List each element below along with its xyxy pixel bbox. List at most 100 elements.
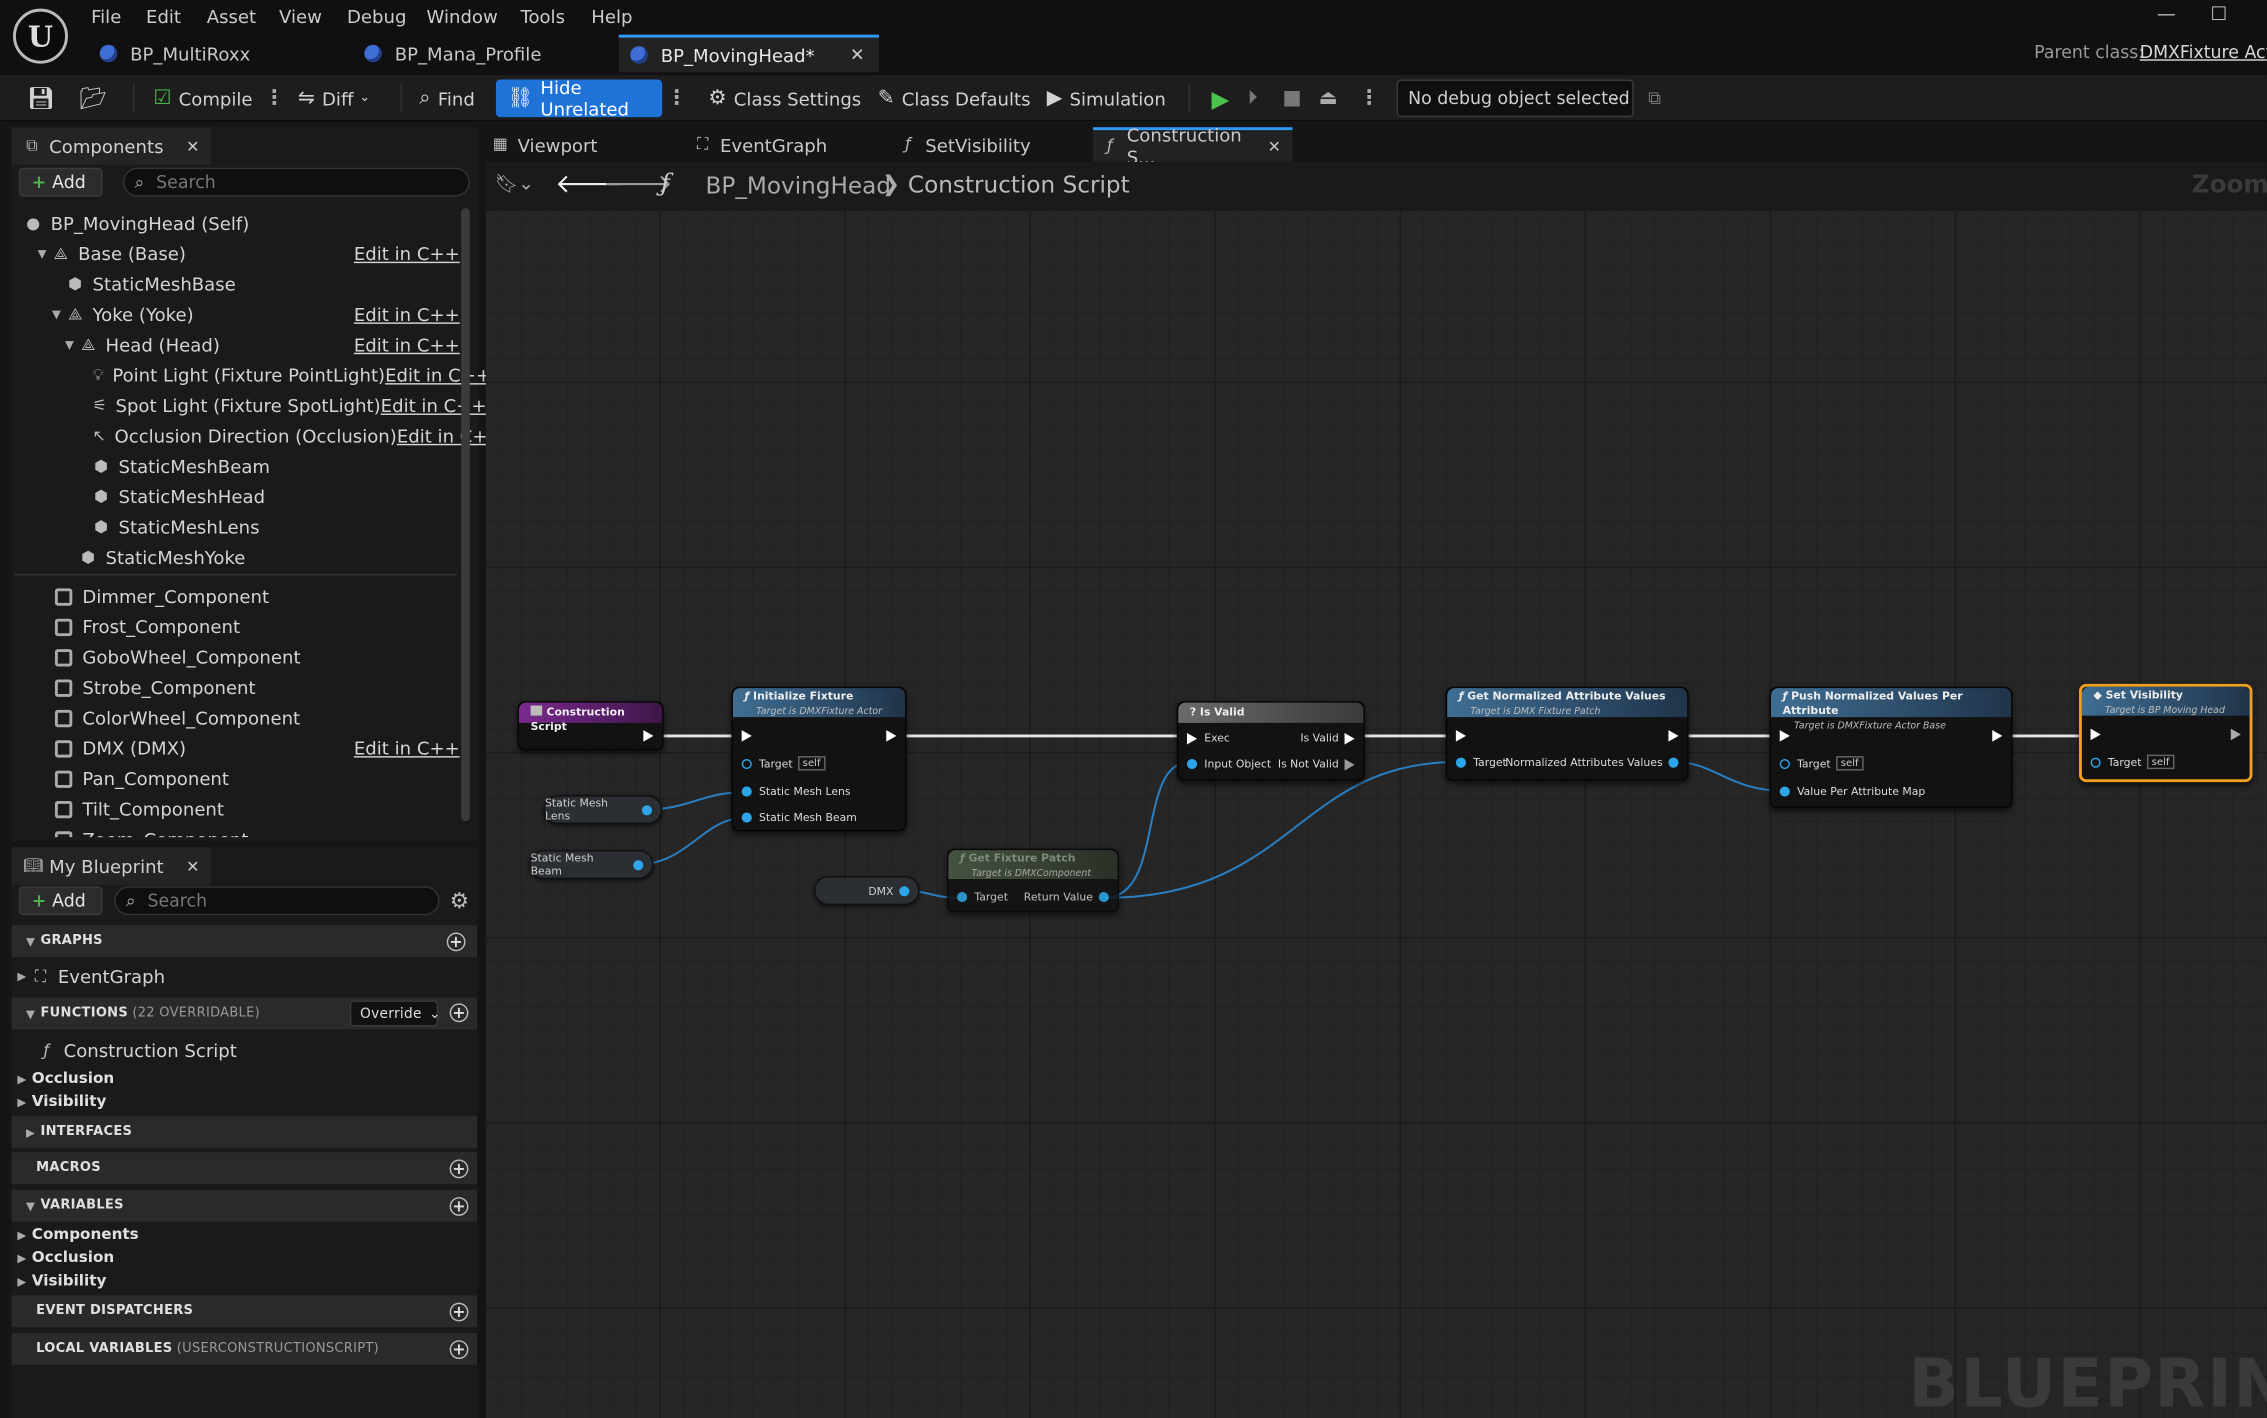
find-button[interactable]: ⌕ Find <box>419 75 475 121</box>
tree-item-occlusion[interactable]: ↖ Occlusion Direction (Occlusion) Edit in … <box>12 421 503 451</box>
my-blueprint-search-input[interactable]: ⌕ Search <box>114 886 440 916</box>
class-defaults-button[interactable]: ✎ Class Defaults <box>878 75 1031 121</box>
category-visibility[interactable]: ▶ Visibility <box>17 1090 106 1113</box>
component-colorwheel[interactable]: ColorWheel_Component <box>12 703 460 733</box>
component-strobe[interactable]: Strobe_Component <box>12 672 460 702</box>
section-event-dispatchers[interactable]: EVENT DISPATCHERS + <box>11 1295 478 1328</box>
debug-filter-icon[interactable]: ⧉ <box>1648 75 1661 121</box>
variable-category-visibility[interactable]: ▶ Visibility <box>17 1269 106 1292</box>
add-function-icon[interactable]: + <box>449 1003 469 1023</box>
variable-category-components[interactable]: ▶ Components <box>17 1223 138 1246</box>
add-component-button[interactable]: + Add <box>18 167 103 197</box>
add-graph-icon[interactable]: + <box>446 931 466 951</box>
bookmark-icon[interactable]: 🔖︎⌄ <box>494 173 534 195</box>
unreal-logo-icon[interactable]: U <box>13 8 68 64</box>
menu-tools[interactable]: Tools <box>520 6 565 28</box>
node-var-dmx[interactable]: DMX <box>813 876 920 906</box>
close-tab-icon[interactable]: ✕ <box>1268 137 1281 156</box>
add-local-variable-icon[interactable]: + <box>449 1339 469 1359</box>
tree-item-staticmeshyoke[interactable]: ⬢ StaticMeshYoke <box>12 542 460 572</box>
tab-setvisibility[interactable]: ƒ SetVisibility <box>899 127 1031 162</box>
compile-button[interactable]: ☑ Compile ⋮ <box>153 75 284 121</box>
browse-icon[interactable]: 📂︎ <box>80 75 108 121</box>
tab-eventgraph[interactable]: ⛶ EventGraph <box>694 127 827 162</box>
component-dmx[interactable]: DMX (DMX) Edit in C++ <box>12 733 460 763</box>
section-functions[interactable]: ▼ FUNCTIONS (22 OVERRIDABLE) Override ⌄ + <box>11 997 478 1030</box>
hide-unrelated-button[interactable]: ⛓ Hide Unrelated <box>495 77 663 120</box>
node-set-visibility[interactable]: ◆ Set Visibility Target is BP Moving Head… <box>2078 683 2253 783</box>
pin-is-not-valid[interactable]: Is Not Valid <box>1278 758 1355 771</box>
tab-construction-script[interactable]: ƒ Construction S... ✕ <box>1092 124 1293 168</box>
close-tab-icon[interactable]: ✕ <box>850 45 865 65</box>
exec-in-pin[interactable] <box>741 730 752 742</box>
pin-target[interactable]: Target <box>957 891 1008 904</box>
exec-in-pin[interactable] <box>1779 730 1790 742</box>
settings-gear-icon[interactable]: ⚙ <box>450 888 469 914</box>
exec-in-pin[interactable] <box>1455 730 1466 742</box>
edit-cpp-link[interactable]: Edit in C++ <box>354 243 460 265</box>
component-dimmer[interactable]: Dimmer_Component <box>12 581 460 611</box>
menu-debug[interactable]: Debug <box>347 6 406 28</box>
menu-file[interactable]: File <box>91 6 121 28</box>
component-zoom[interactable]: Zoom_Component <box>12 824 460 838</box>
tree-item-staticmeshbeam[interactable]: ⬢ StaticMeshBeam <box>12 451 460 481</box>
category-occlusion[interactable]: ▶ Occlusion <box>17 1067 114 1090</box>
exec-out-pin[interactable] <box>643 730 654 742</box>
maximize-icon[interactable]: ☐ <box>2211 4 2228 26</box>
save-icon[interactable]: 💾︎ <box>27 75 55 121</box>
add-dispatcher-icon[interactable]: + <box>449 1301 469 1321</box>
edit-cpp-link[interactable]: Edit in C++ <box>354 304 460 326</box>
node-get-normalized-attribute-values[interactable]: ƒ Get Normalized Attribute Values Target … <box>1445 686 1689 781</box>
exec-in-pin[interactable] <box>2090 728 2101 741</box>
section-macros[interactable]: MACROS + <box>11 1152 478 1185</box>
pin-value-per-attribute-map[interactable]: Value Per Attribute Map <box>1779 785 1925 798</box>
exec-out-pin[interactable] <box>2230 728 2241 741</box>
tree-item-staticmeshlens[interactable]: ⬢ StaticMeshLens <box>12 512 460 542</box>
components-search-input[interactable]: ⌕ Search <box>122 167 470 197</box>
edit-cpp-link[interactable]: Edit in C++ <box>381 395 487 417</box>
play-options[interactable]: ⋮ <box>1359 75 1379 121</box>
tree-item-base[interactable]: ▼ ⟁ Base (Base) Edit in C++ <box>12 239 460 269</box>
pin-exec[interactable]: Exec <box>1186 732 1230 745</box>
menu-view[interactable]: View <box>279 6 322 28</box>
breadcrumb-root[interactable]: BP_MovingHead <box>706 172 891 199</box>
pin-target[interactable]: Target self <box>2090 754 2174 770</box>
exec-out-pin[interactable] <box>886 730 897 742</box>
pin-normalized-attributes-values[interactable]: Normalized Attributes Values <box>1505 756 1679 769</box>
section-graphs[interactable]: ▼ GRAPHS + <box>11 925 478 958</box>
exec-out-pin[interactable] <box>1668 730 1679 742</box>
section-local-variables[interactable]: LOCAL VARIABLES (USERCONSTRUCTIONSCRIPT) + <box>11 1332 478 1365</box>
tree-item-yoke[interactable]: ▼ ⟁ Yoke (Yoke) Edit in C++ <box>12 299 460 329</box>
graph-item-eventgraph[interactable]: ▶ ⛶ EventGraph <box>17 961 165 991</box>
add-variable-icon[interactable]: + <box>449 1196 469 1216</box>
component-tilt[interactable]: Tilt_Component <box>12 794 460 824</box>
step-icon[interactable]: ⏵ <box>1248 75 1258 121</box>
parent-class-link[interactable]: DMXFixture Acto <box>2140 42 2267 62</box>
tab-bp-movinghead[interactable]: BP_MovingHead* ✕ <box>618 34 880 73</box>
pin-static-mesh-beam[interactable]: Static Mesh Beam <box>741 811 857 824</box>
components-scrollbar[interactable] <box>461 208 470 822</box>
tree-item-staticmeshhead[interactable]: ⬢ StaticMeshHead <box>12 481 460 511</box>
node-is-valid[interactable]: ? Is Valid Exec Is Valid Input Object Is… <box>1176 701 1365 781</box>
pin-target[interactable]: Target self <box>1779 756 1863 771</box>
edit-cpp-link[interactable]: Edit in C++ <box>354 334 460 356</box>
close-icon[interactable]: ✕ <box>186 137 199 156</box>
diff-button[interactable]: ⇋ Diff ⌄ <box>298 75 370 121</box>
pin-target[interactable]: Target <box>1455 756 1507 769</box>
variable-category-occlusion[interactable]: ▶ Occlusion <box>17 1246 114 1269</box>
debug-object-select[interactable]: No debug object selected ⌄ <box>1396 79 1634 118</box>
pin-target[interactable]: Target self <box>741 756 825 771</box>
play-icon[interactable]: ▶ <box>1212 75 1230 121</box>
stop-icon[interactable]: ■ <box>1282 75 1301 121</box>
close-icon[interactable]: ✕ <box>186 857 199 876</box>
tree-item-head[interactable]: ▼ ⟁ Head (Head) Edit in C++ <box>12 330 460 360</box>
pin-input-object[interactable]: Input Object <box>1186 758 1271 771</box>
pin-return-value[interactable]: Return Value <box>1024 891 1109 904</box>
menu-help[interactable]: Help <box>591 6 632 28</box>
tree-item-self[interactable]: ● BP_MovingHead (Self) <box>12 208 460 238</box>
menu-window[interactable]: Window <box>426 6 497 28</box>
edit-cpp-link[interactable]: Edit in C++ <box>354 737 460 759</box>
minimize-icon[interactable]: — <box>2157 4 2176 26</box>
component-gobowheel[interactable]: GoboWheel_Component <box>12 642 460 672</box>
tab-bp-mana-profile[interactable]: BP_Mana_Profile <box>353 35 613 73</box>
